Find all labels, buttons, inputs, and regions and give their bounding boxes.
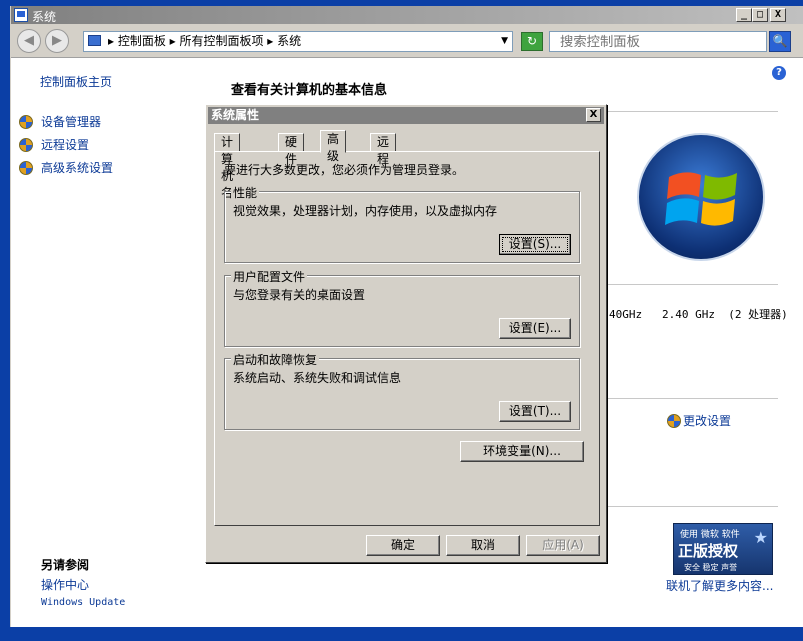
sidebar-item-remote-settings[interactable]: 远程设置 (19, 136, 89, 153)
refresh-icon[interactable]: ↻ (521, 32, 543, 51)
dialog-close-button[interactable]: X (586, 108, 601, 122)
apply-button[interactable]: 应用(A) (526, 535, 600, 556)
user-profiles-settings-button[interactable]: 设置(E)... (499, 318, 571, 339)
back-button[interactable]: ◀ (17, 29, 41, 53)
genuine-badge[interactable]: 使用 微软 软件 ★ 正版授权 安全 稳定 声誉 (673, 523, 773, 575)
admin-note: 要进行大多数更改，您必须作为管理员登录。 (224, 163, 465, 177)
sidebar-item-label: 高级系统设置 (41, 161, 114, 175)
sidebar-item-label: 远程设置 (41, 138, 90, 152)
genuine-line2: 正版授权 (678, 542, 739, 560)
tab-advanced[interactable]: 高级 (320, 130, 347, 163)
group-title: 启动和故障恢复 (231, 351, 320, 368)
search-input[interactable] (549, 31, 767, 52)
shield-icon (19, 137, 33, 152)
processor-info: 40GHz 2.40 GHz (2 处理器) (609, 308, 788, 321)
divider (608, 506, 778, 507)
desktop-edge (0, 0, 10, 641)
divider (608, 398, 778, 399)
windows-logo (637, 133, 765, 261)
divider (608, 111, 778, 112)
window-title: 系统 (32, 10, 57, 24)
change-settings-link[interactable]: 更改设置 (667, 412, 731, 429)
action-center-link[interactable]: 操作中心 (41, 576, 89, 593)
group-description: 与您登录有关的桌面设置 (233, 288, 366, 302)
learn-more-link[interactable]: 联机了解更多内容... (666, 577, 773, 594)
startup-recovery-settings-button[interactable]: 设置(T)... (499, 401, 571, 422)
windows-flag-icon (665, 172, 737, 226)
environment-variables-button[interactable]: 环境变量(N)... (460, 441, 584, 462)
startup-recovery-group: 启动和故障恢复 系统启动、系统失败和调试信息 设置(T)... (224, 351, 580, 430)
group-description: 系统启动、系统失败和调试信息 (233, 371, 402, 385)
cancel-button[interactable]: 取消 (446, 535, 520, 556)
change-settings-label: 更改设置 (683, 414, 732, 428)
shield-icon (667, 413, 681, 428)
system-properties-dialog: 系统属性 X 计算机名 硬件 高级 远程 要进行大多数更改，您必须作为管理员登录… (205, 104, 607, 563)
window-icon (14, 8, 28, 22)
search-icon[interactable]: 🔍 (769, 31, 791, 52)
chevron-down-icon[interactable]: ▼ (501, 32, 508, 51)
star-icon: ★ (753, 528, 768, 547)
window-titlebar[interactable]: 系统 _ □ X (11, 6, 803, 24)
see-also-heading: 另请参阅 (41, 558, 90, 572)
divider (608, 284, 778, 285)
minimize-button[interactable]: _ (736, 8, 752, 22)
maximize-button[interactable]: □ (752, 8, 768, 22)
sidebar-item-label: 设备管理器 (41, 115, 102, 129)
group-description: 视觉效果，处理器计划，内存使用，以及虚拟内存 (233, 204, 498, 218)
genuine-line1: 使用 微软 软件 (680, 530, 740, 540)
tab-hardware[interactable]: 硬件 (278, 133, 305, 166)
sidebar-item-advanced-settings[interactable]: 高级系统设置 (19, 159, 113, 176)
help-icon[interactable]: ? (772, 66, 786, 80)
forward-button[interactable]: ▶ (45, 29, 69, 53)
sidebar-item-device-manager[interactable]: 设备管理器 (19, 113, 101, 130)
user-profiles-group: 用户配置文件 与您登录有关的桌面设置 设置(E)... (224, 268, 580, 347)
left-panel: 控制面板主页 设备管理器 远程设置 高级系统设置 另请参阅 操作中心 Windo… (11, 58, 211, 627)
control-panel-home-link[interactable]: 控制面板主页 (40, 73, 112, 90)
group-title: 用户配置文件 (231, 268, 308, 285)
genuine-line3: 安全 稳定 声誉 (684, 563, 738, 572)
windows-update-link[interactable]: Windows Update (41, 597, 125, 608)
tab-remote[interactable]: 远程 (370, 133, 397, 166)
performance-group: 性能 视觉效果，处理器计划，内存使用，以及虚拟内存 设置(S)... (224, 184, 580, 263)
group-title: 性能 (231, 184, 260, 201)
address-toolbar: ◀ ▶ ▸ 控制面板 ▸ 所有控制面板项 ▸ 系统 ▼ ↻ 🔍 (11, 24, 803, 58)
performance-settings-button[interactable]: 设置(S)... (499, 234, 571, 255)
breadcrumb: ▸ 控制面板 ▸ 所有控制面板项 ▸ 系统 (108, 34, 302, 48)
computer-icon (88, 35, 101, 46)
shield-icon (19, 114, 33, 129)
dialog-title[interactable]: 系统属性 (208, 107, 604, 124)
address-bar[interactable]: ▸ 控制面板 ▸ 所有控制面板项 ▸ 系统 ▼ (83, 31, 513, 52)
tab-computer-name[interactable]: 计算机名 (214, 133, 241, 200)
shield-icon (19, 160, 33, 175)
close-button[interactable]: X (770, 8, 786, 22)
page-title: 查看有关计算机的基本信息 (231, 83, 388, 98)
ok-button[interactable]: 确定 (366, 535, 440, 556)
